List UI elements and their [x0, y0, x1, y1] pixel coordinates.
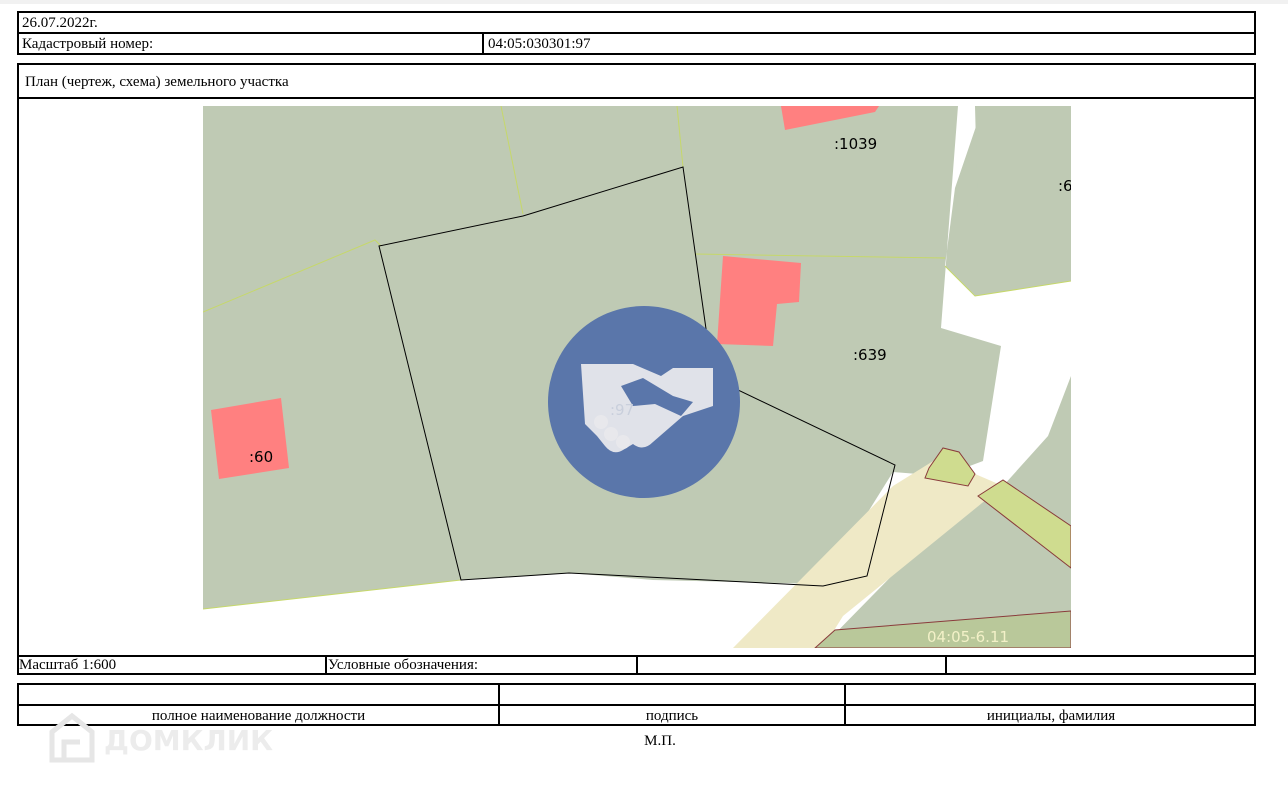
plan-title-divider: [17, 97, 1256, 99]
map-canvas: :1039 :6 :639 :60 04:05-6.11 :97: [203, 106, 1071, 648]
label-639: :639: [853, 346, 887, 364]
brand-text: ДОМКЛИК: [104, 724, 273, 757]
name-caption: инициалы, фамилия: [986, 708, 1116, 724]
scale-text: Масштаб 1:600: [19, 657, 117, 673]
top-edge: [0, 0, 1288, 4]
cadastral-map: :1039 :6 :639 :60 04:05-6.11 :97: [203, 106, 1071, 648]
label-zone: 04:05-6.11: [927, 628, 1009, 646]
label-60: :60: [249, 448, 273, 466]
document-date: 26.07.2022г.: [22, 15, 98, 31]
brand-watermark: ДОМКЛИК: [46, 710, 286, 766]
scale-divider-1: [325, 655, 327, 675]
cadastral-divider: [482, 32, 484, 55]
label-1039: :1039: [834, 135, 877, 153]
label-6: :6: [1058, 177, 1071, 195]
scale-divider-2: [636, 655, 638, 675]
label-97: :97: [610, 401, 634, 419]
scale-divider-3: [945, 655, 947, 675]
cadastral-number: 04:05:030301:97: [488, 36, 591, 52]
legend-label: Условные обозначения:: [328, 657, 479, 673]
plan-title: План (чертеж, схема) земельного участка: [25, 74, 289, 90]
cadastral-label: Кадастровый номер:: [22, 36, 154, 52]
signature-caption: подпись: [645, 708, 699, 724]
signature-mid-line: [17, 704, 1256, 706]
cadastral-row: Кадастровый номер: 04:05:030301:97: [17, 32, 1256, 55]
date-cell: 26.07.2022г.: [17, 11, 1256, 34]
house-logo-icon: [49, 712, 95, 763]
building-60: [211, 398, 289, 479]
